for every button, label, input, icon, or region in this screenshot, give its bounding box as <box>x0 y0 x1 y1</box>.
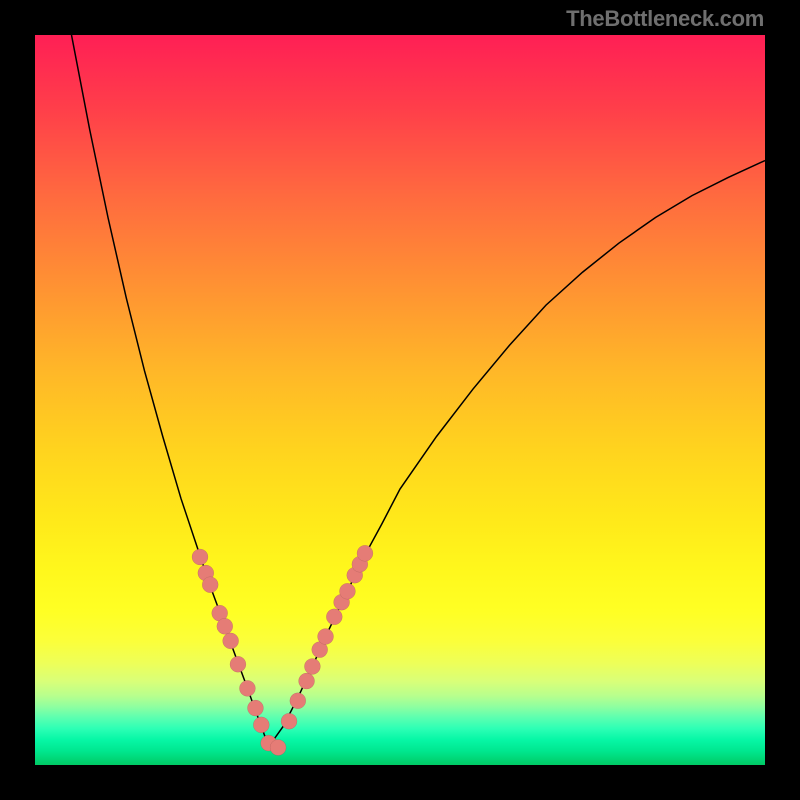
chart-overlay <box>0 0 800 800</box>
data-dot <box>202 577 218 593</box>
data-dot <box>326 609 342 625</box>
data-dot <box>281 713 297 729</box>
data-dot <box>299 673 315 689</box>
data-dot <box>270 739 286 755</box>
data-dot <box>192 549 208 565</box>
data-dot <box>339 583 355 599</box>
data-dot <box>290 693 306 709</box>
data-dot <box>357 545 373 561</box>
data-dot <box>247 700 263 716</box>
data-dot <box>318 629 334 645</box>
data-dot <box>230 656 246 672</box>
curve-left-curve <box>72 35 269 747</box>
chart-frame: TheBottleneck.com <box>0 0 800 800</box>
data-dot <box>239 680 255 696</box>
dots-group <box>192 545 373 755</box>
curve-right-curve <box>269 161 765 747</box>
data-dot <box>223 633 239 649</box>
curves-group <box>72 35 766 747</box>
data-dot <box>253 717 269 733</box>
data-dot <box>304 658 320 674</box>
data-dot <box>217 618 233 634</box>
